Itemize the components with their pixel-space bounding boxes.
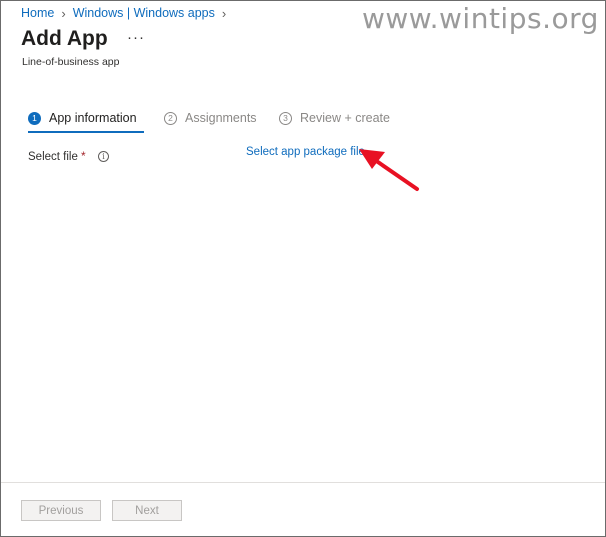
- more-options-button[interactable]: ···: [127, 29, 145, 46]
- tab-app-information[interactable]: 1 App information: [28, 108, 137, 128]
- step-label: Assignments: [185, 111, 257, 125]
- watermark: www.wintips.org: [362, 2, 599, 35]
- next-button[interactable]: Next: [112, 500, 182, 521]
- step-number-badge: 2: [164, 111, 177, 125]
- info-icon[interactable]: i: [98, 151, 109, 162]
- breadcrumb: Home › Windows | Windows apps ›: [21, 5, 233, 21]
- tab-review-create[interactable]: 3 Review + create: [279, 108, 390, 128]
- annotation-arrow-icon: [359, 149, 419, 191]
- step-label: Review + create: [300, 111, 390, 125]
- page-title: Add App: [21, 27, 108, 50]
- step-label: App information: [49, 111, 137, 125]
- footer-divider: [1, 482, 605, 483]
- tab-assignments[interactable]: 2 Assignments: [164, 108, 257, 128]
- step-number-badge: 1: [28, 111, 41, 125]
- breadcrumb-home[interactable]: Home: [21, 6, 54, 20]
- breadcrumb-separator: ›: [221, 5, 227, 21]
- step-number-badge: 3: [279, 111, 292, 125]
- window-frame: [0, 0, 606, 537]
- select-file-label: Select file: [28, 151, 78, 163]
- breadcrumb-separator: ›: [61, 5, 66, 21]
- required-asterisk: *: [81, 149, 86, 163]
- wizard-steps: 1 App information 2 Assignments 3 Review…: [28, 108, 428, 142]
- previous-button[interactable]: Previous: [21, 500, 101, 521]
- select-app-package-file-link[interactable]: Select app package file: [246, 146, 365, 158]
- page-subtitle: Line-of-business app: [22, 56, 120, 68]
- breadcrumb-windows-apps[interactable]: Windows | Windows apps: [73, 6, 215, 20]
- active-step-indicator: [28, 131, 144, 133]
